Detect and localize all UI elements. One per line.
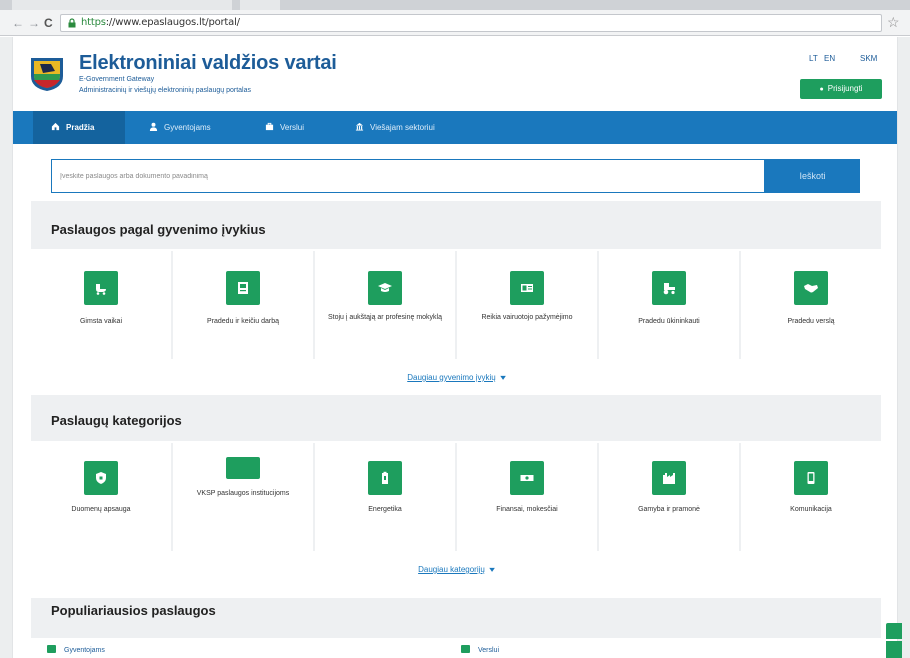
building-icon	[355, 123, 364, 131]
page-margin-left	[0, 37, 12, 658]
url-path: ://www.epaslaugos.lt/portal/	[105, 17, 240, 28]
blank-icon	[226, 457, 260, 479]
search-button[interactable]: Ieškoti	[765, 159, 860, 193]
more-categories-link[interactable]: Daugiau kategorijų	[418, 565, 485, 574]
briefcase-icon	[265, 123, 274, 131]
site-description: Administracinių ir viešųjų elektroninių …	[79, 87, 251, 94]
card-label: Gamyba ir pramonė	[638, 506, 700, 513]
nav-item-citizens[interactable]: Gyventojams	[149, 111, 211, 144]
back-arrow-icon[interactable]: ←	[12, 15, 24, 31]
address-bar[interactable]: https://www.epaslaugos.lt/portal/	[60, 14, 882, 32]
categories-grid: Duomenų apsauga VKSP paslaugos instituci…	[31, 443, 881, 551]
card-label: Komunikacija	[790, 506, 832, 513]
life-event-card[interactable]: Pradedu ūkininkauti	[599, 251, 739, 359]
more-life-events-link[interactable]: Daugiau gyvenimo įvykių	[407, 373, 496, 382]
chevron-down-icon[interactable]: ▾	[500, 361, 506, 395]
bookmark-star-icon[interactable]: ☆	[887, 14, 900, 30]
categories-title: Paslaugų kategorijos	[51, 413, 182, 428]
category-card[interactable]: Komunikacija	[741, 443, 881, 551]
url-text: https://www.epaslaugos.lt/portal/	[81, 17, 240, 28]
category-card[interactable]: Finansai, mokesčiai	[457, 443, 597, 551]
briefcase-icon	[461, 645, 470, 654]
login-button[interactable]: ● Prisijungti	[800, 79, 882, 99]
more-categories-row: Daugiau kategorijų ▾	[31, 553, 881, 587]
people-icon	[47, 645, 56, 654]
popular-title: Populiariausios paslaugos	[51, 603, 216, 618]
popular-business-heading[interactable]: Verslui	[461, 645, 500, 654]
scroll-up-button[interactable]	[886, 623, 902, 639]
search-field[interactable]	[51, 159, 765, 193]
life-event-card[interactable]: Gimsta vaikai	[31, 251, 171, 359]
life-events-title: Paslaugos pagal gyvenimo įvykius	[51, 222, 266, 237]
page-margin-right	[898, 37, 910, 658]
site-subtitle: E-Government Gateway	[79, 76, 155, 83]
nav-item-business[interactable]: Verslui	[265, 111, 304, 144]
card-label: Pradedu ir keičiu darbą	[207, 318, 279, 325]
mobile-phone-icon	[794, 461, 828, 495]
reload-icon[interactable]: C	[44, 15, 53, 31]
nav-item-label: Gyventojams	[164, 123, 211, 132]
language-en-link[interactable]: EN	[824, 54, 835, 63]
nav-item-home[interactable]: Pradžia	[33, 111, 125, 144]
card-label: Pradedu verslą	[787, 318, 835, 325]
popular-citizens-label: Gyventojams	[64, 647, 105, 654]
category-card[interactable]: Duomenų apsauga	[31, 443, 171, 551]
tractor-icon	[652, 271, 686, 305]
card-label: Reikia vairuotojo pažymėjimo	[481, 314, 573, 321]
nav-item-label: Viešajam sektoriui	[370, 123, 435, 132]
url-scheme: https	[81, 17, 106, 28]
browser-toolbar: ← → C https://www.epaslaugos.lt/portal/ …	[0, 10, 910, 36]
popular-business-label: Verslui	[478, 647, 500, 654]
life-event-card[interactable]: Pradedu verslą	[741, 251, 881, 359]
battery-icon	[368, 461, 402, 495]
card-label: Finansai, mokesčiai	[496, 506, 558, 513]
login-button-label: Prisijungti	[827, 84, 863, 93]
life-event-card[interactable]: Reikia vairuotojo pažymėjimo	[457, 251, 597, 359]
life-event-card[interactable]: Stoju į aukštąją ar profesinę mokyklą	[315, 251, 455, 359]
handshake-icon	[794, 271, 828, 305]
category-card[interactable]: Gamyba ir pramonė	[599, 443, 739, 551]
life-event-card[interactable]: Pradedu ir keičiu darbą	[173, 251, 313, 359]
card-label: Duomenų apsauga	[71, 506, 131, 513]
sitemap-link[interactable]: SKM	[860, 54, 877, 63]
shield-icon	[84, 461, 118, 495]
card-label: VKSP paslaugos institucijoms	[196, 490, 290, 497]
lock-icon	[68, 18, 76, 28]
graduation-cap-icon	[368, 271, 402, 305]
new-tab-button[interactable]	[240, 0, 280, 10]
popular-columns	[31, 638, 881, 658]
card-label: Gimsta vaikai	[79, 318, 122, 325]
card-label: Energetika	[368, 506, 402, 513]
chevron-down-icon[interactable]: ▾	[489, 553, 495, 587]
nav-item-public-sector[interactable]: Viešajam sektoriui	[355, 111, 435, 144]
home-icon	[51, 123, 60, 131]
site-title[interactable]: Elektroniniai valdžios vartai	[79, 52, 337, 75]
coat-of-arms-logo-icon[interactable]	[29, 54, 65, 92]
search-input[interactable]	[52, 160, 764, 192]
nav-item-label: Verslui	[280, 123, 305, 132]
money-icon	[510, 461, 544, 495]
category-card[interactable]: VKSP paslaugos institucijoms	[173, 443, 313, 551]
key-icon: ●	[819, 86, 824, 93]
factory-icon	[652, 461, 686, 495]
web-page: Elektroniniai valdžios vartai E-Governme…	[12, 37, 898, 658]
card-label: Pradedu ūkininkauti	[638, 318, 700, 325]
id-badge-icon	[226, 271, 260, 305]
person-icon	[149, 123, 158, 132]
language-lt-link[interactable]: LT	[809, 54, 818, 63]
main-navigation: Pradžia Gyventojams Verslui Viešajam sek…	[13, 111, 897, 144]
baby-carriage-icon	[84, 271, 118, 305]
popular-citizens-heading[interactable]: Gyventojams	[47, 645, 105, 654]
driver-license-icon	[510, 271, 544, 305]
card-label: Stoju į aukštąją ar profesinę mokyklą	[328, 314, 442, 321]
more-life-events-row: Daugiau gyvenimo įvykių ▾	[31, 361, 881, 395]
feedback-button[interactable]	[886, 641, 902, 658]
life-events-grid: Gimsta vaikai Pradedu ir keičiu darbą St…	[31, 251, 881, 359]
browser-tab-strip	[0, 0, 910, 10]
browser-tab[interactable]	[12, 0, 232, 10]
category-card[interactable]: Energetika	[315, 443, 455, 551]
nav-item-label: Pradžia	[66, 123, 95, 132]
forward-arrow-icon[interactable]: →	[28, 15, 40, 31]
